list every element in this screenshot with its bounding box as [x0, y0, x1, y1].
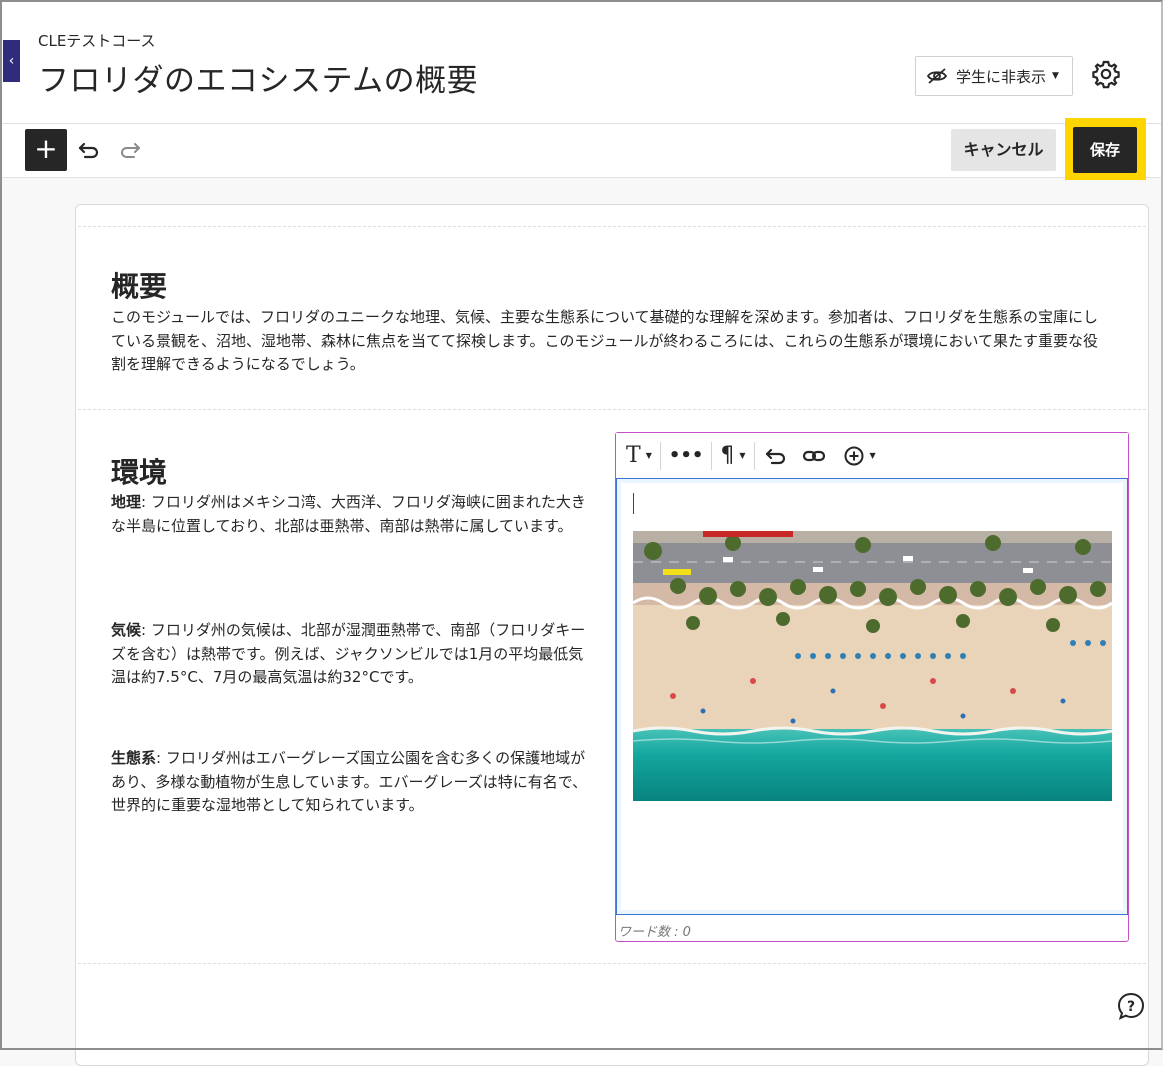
ecosystem-desc: : フロリダ州はエバーグレーズ国立公園を含む多くの保護地域があり、多様な動植物が… [111, 749, 588, 814]
text-cursor [633, 493, 634, 514]
rich-text-toolbar: T ▼ ••• ¶ ▼ ▼ [616, 433, 1128, 478]
insert-content-button[interactable]: ▼ [843, 441, 876, 471]
geography-desc: : フロリダ州はメキシコ湾、大西洋、フロリダ海峡に囲まれた大きな半島に位置してお… [111, 493, 586, 535]
editor-content-area[interactable] [616, 478, 1128, 915]
undo-icon[interactable] [763, 443, 789, 469]
visibility-label: 学生に非表示 [956, 67, 1047, 86]
word-count: ワード数 : 0 [618, 925, 691, 940]
page-header: ‹ CLEテストコース フロリダのエコシステムの概要 学生に非表示 ▼ [0, 0, 1163, 124]
svg-text:?: ? [1127, 999, 1135, 1015]
overview-text: このモジュールでは、フロリダのユニークな地理、気候、主要な生態系について基礎的な… [111, 308, 1099, 373]
paragraph-icon: ¶ [720, 443, 735, 468]
back-tab[interactable]: ‹ [3, 40, 20, 82]
ecosystem-text: 生態系: フロリダ州はエバーグレーズ国立公園を含む多くの保護地域があり、多様な動… [111, 747, 588, 818]
climate-text: 気候: フロリダ州の気候は、北部が湿潤亜熱帯で、南部（フロリダキーズを含む）は熱… [111, 619, 588, 690]
toolbar-separator [659, 441, 661, 470]
divider [78, 963, 1146, 964]
cancel-button[interactable]: キャンセル [951, 129, 1056, 171]
gear-icon[interactable] [1090, 58, 1122, 90]
paragraph-button[interactable]: ¶ ▼ [720, 441, 745, 471]
chevron-down-icon: ▼ [1052, 71, 1059, 81]
toolbar-separator [711, 441, 713, 470]
editor-toolbar: + キャンセル 保存 [0, 118, 1163, 180]
redo-icon[interactable] [117, 137, 143, 163]
page-title: フロリダのエコシステムの概要 [38, 63, 479, 99]
more-icon: ••• [668, 445, 704, 466]
rich-text-editor[interactable]: T ▼ ••• ¶ ▼ ▼ ワード数: 0 [615, 432, 1129, 942]
text-format-button[interactable]: T ▼ [626, 441, 652, 471]
course-name: CLEテストコース [38, 32, 156, 50]
document-card: 概要 このモジュールでは、フロリダのユニークな地理、気候、主要な生態系について基… [75, 204, 1149, 1066]
more-options-button[interactable]: ••• [669, 441, 704, 471]
help-icon[interactable]: ? [1116, 991, 1146, 1021]
visibility-dropdown[interactable]: 学生に非表示 ▼ [915, 56, 1073, 96]
beach-aerial-image[interactable] [633, 531, 1112, 801]
overview-heading: 概要 [111, 270, 168, 303]
geography-text: 地理: フロリダ州はメキシコ湾、大西洋、フロリダ海峡に囲まれた大きな半島に位置し… [111, 491, 588, 538]
climate-term: 気候 [111, 621, 142, 639]
divider [78, 226, 1146, 227]
insert-icon [844, 446, 864, 465]
save-button[interactable]: 保存 [1073, 127, 1137, 173]
eye-hidden-icon [926, 68, 948, 84]
editor-inner[interactable] [621, 483, 1123, 910]
add-content-button[interactable]: + [25, 129, 67, 171]
climate-desc: : フロリダ州の気候は、北部が湿潤亜熱帯で、南部（フロリダキーズを含む）は熱帯で… [111, 621, 586, 686]
toolbar-separator [753, 441, 755, 470]
link-icon[interactable] [801, 443, 827, 469]
text-format-icon: T [626, 443, 641, 468]
ecosystem-term: 生態系 [111, 749, 157, 767]
divider [78, 409, 1146, 410]
geography-term: 地理 [111, 493, 142, 511]
environment-heading: 環境 [111, 456, 168, 489]
undo-icon[interactable] [76, 137, 102, 163]
